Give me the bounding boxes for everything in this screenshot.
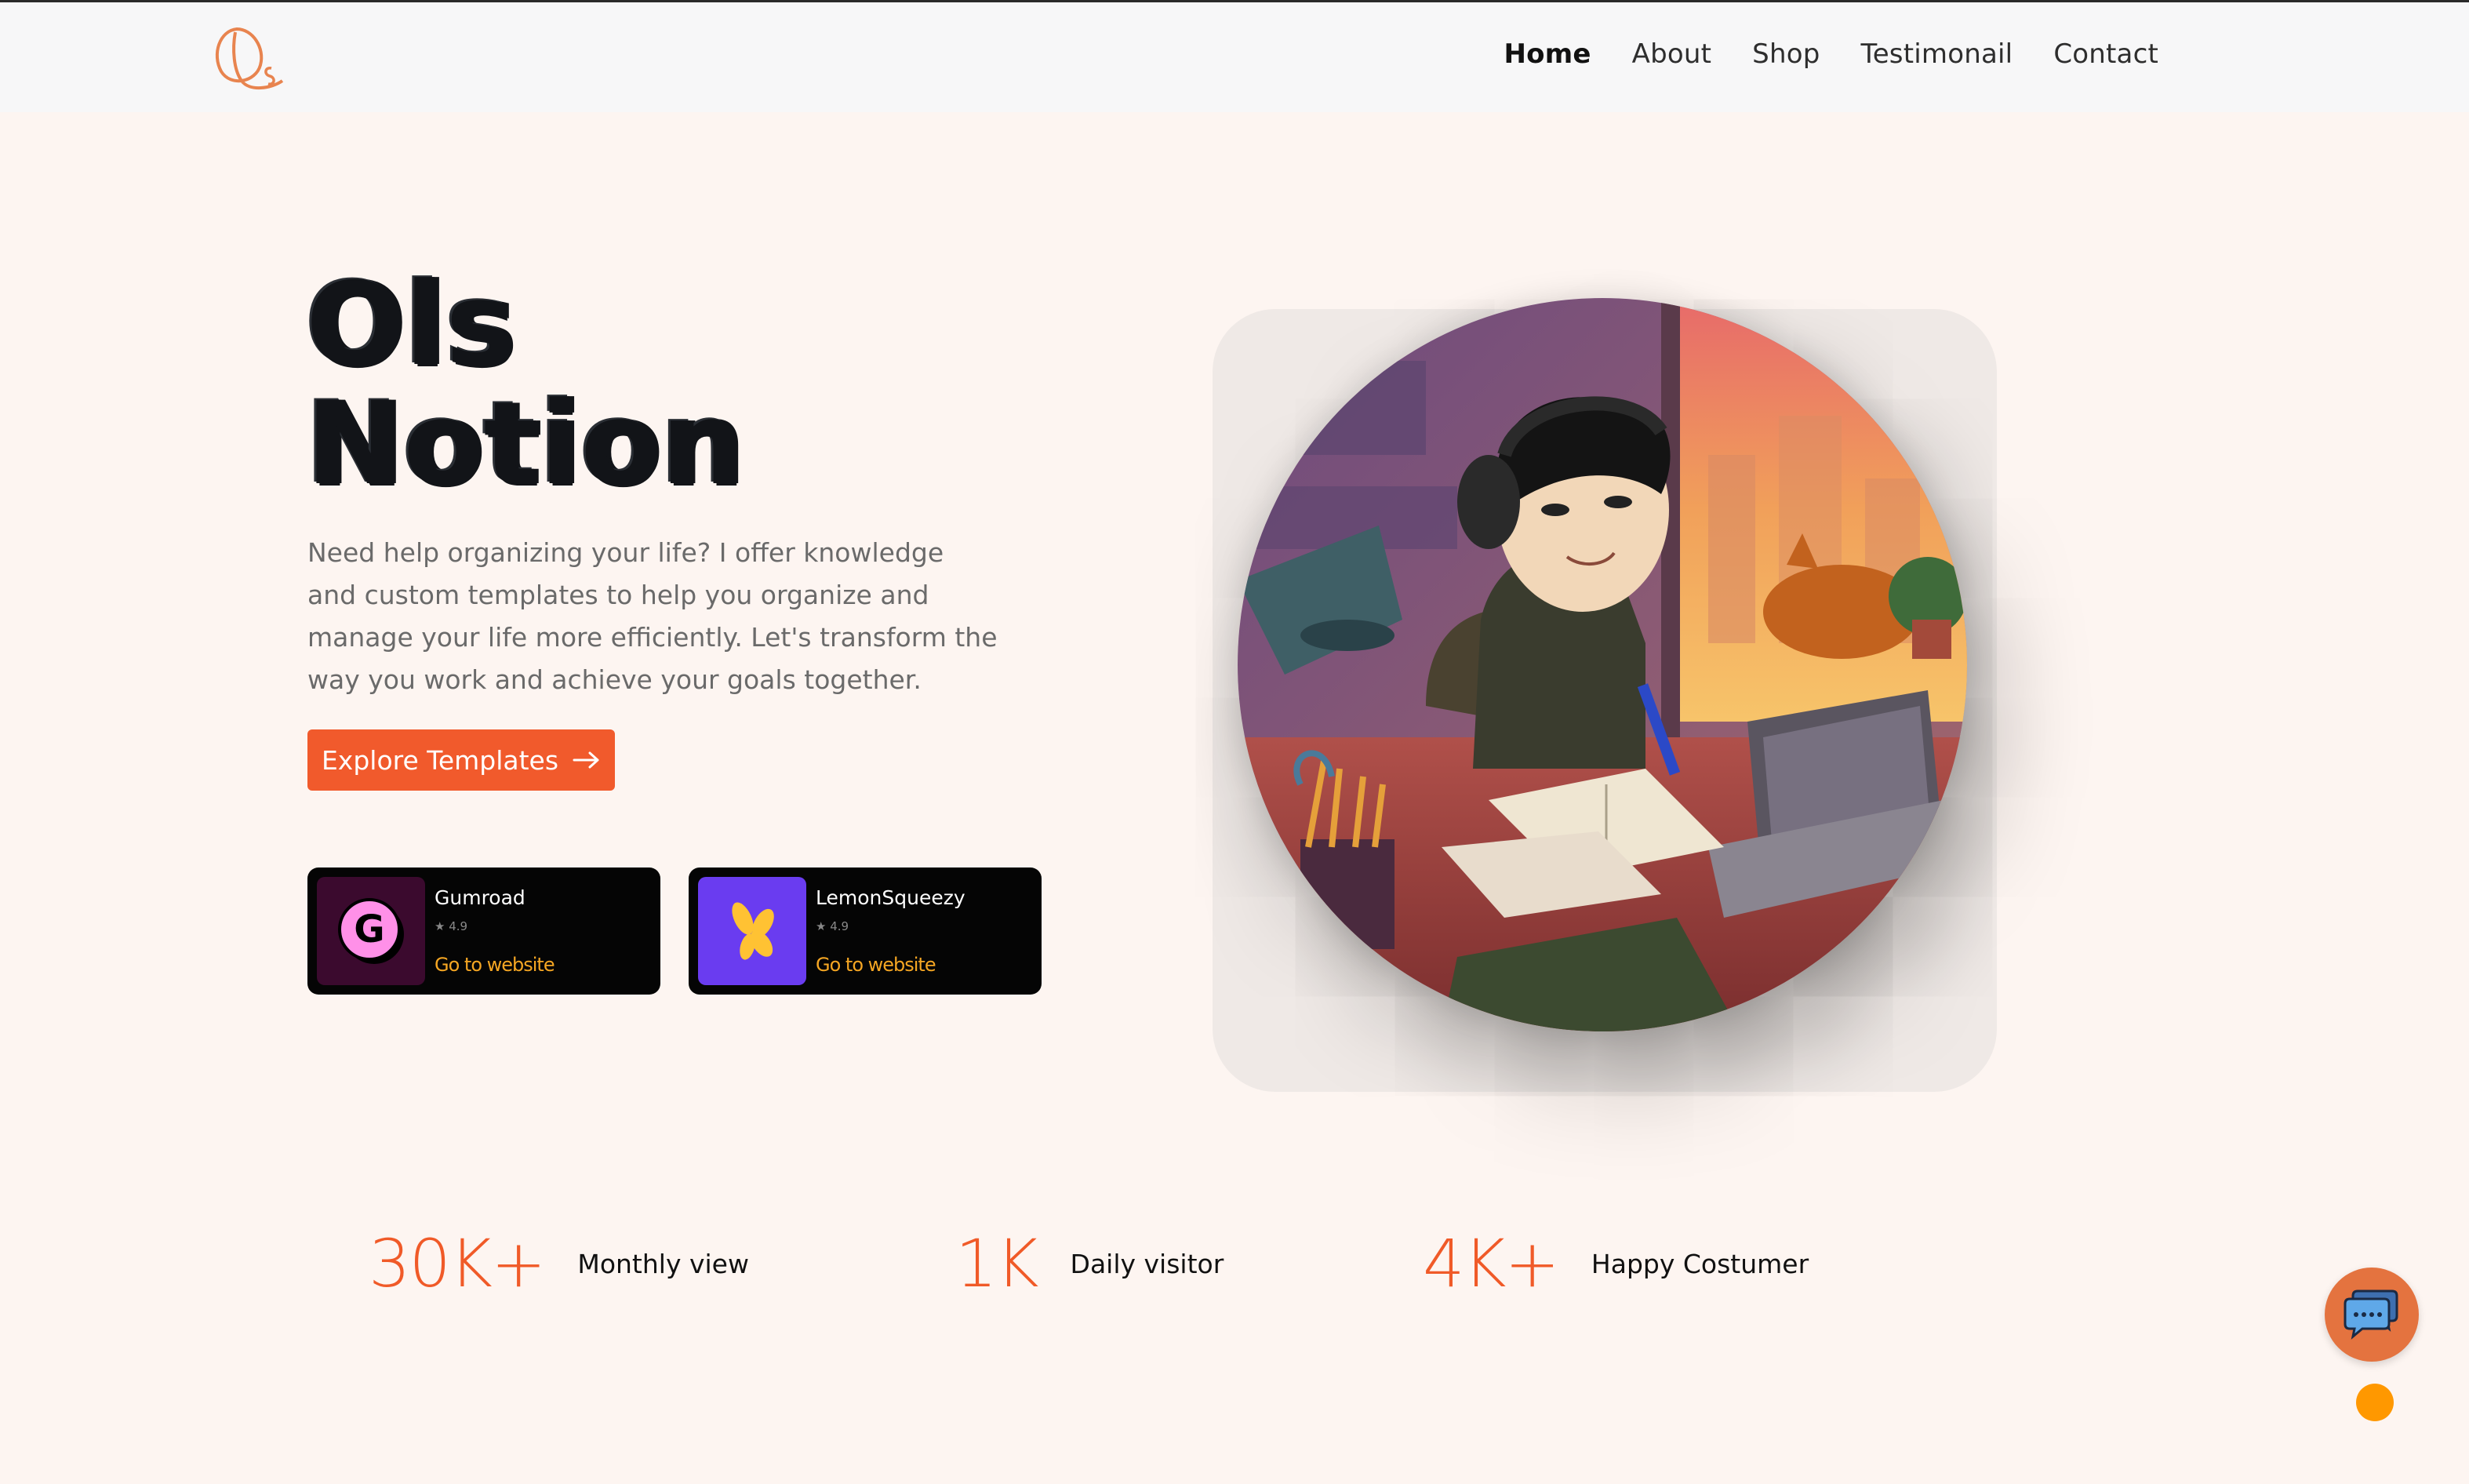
gumroad-logo-icon: G [317,877,425,985]
stat-happy-customer: 4K+ Happy Costumer [1423,1225,1809,1302]
hero-illustration [1238,298,1967,1031]
hero-title-line-1: Ols [306,258,516,391]
stat-daily-visitor: 1K Daily visitor [955,1225,1224,1302]
gumroad-name: Gumroad [435,886,525,909]
lemonsqueezy-rating-value: 4.9 [830,919,849,933]
gumroad-card[interactable]: G Gumroad ★ 4.9 Go to website [307,867,660,995]
nav-home[interactable]: Home [1504,38,1591,70]
hero-title: Ols Notion [306,265,744,504]
navbar: Home About Shop Testimonail Contact [0,2,2469,112]
stat-monthly-view: 30K+ Monthly view [369,1225,749,1302]
svg-text:G: G [354,907,384,951]
chat-button[interactable] [2325,1268,2419,1362]
nav-shop[interactable]: Shop [1752,38,1820,70]
logo-icon [215,27,284,89]
logo[interactable] [205,18,292,96]
stat-value: 1K [955,1225,1039,1302]
stat-label: Happy Costumer [1591,1248,1809,1279]
stat-value: 4K+ [1423,1225,1560,1302]
explore-templates-button[interactable]: Explore Templates [307,729,615,791]
explore-templates-label: Explore Templates [321,744,559,776]
gumroad-rating: ★ 4.9 [435,919,468,933]
main-nav: Home About Shop Testimonail Contact [1504,38,2158,70]
gumroad-rating-value: 4.9 [449,919,468,933]
gumroad-link[interactable]: Go to website [435,954,555,976]
stat-label: Daily visitor [1070,1248,1224,1279]
arrow-right-icon [573,751,599,769]
stat-value: 30K+ [369,1225,546,1302]
hero-title-line-2: Notion [306,377,744,511]
lemonsqueezy-name: LemonSqueezy [816,886,965,909]
hero-description: Need help organizing your life? I offer … [307,537,998,695]
lemonsqueezy-rating: ★ 4.9 [816,919,849,933]
nav-about[interactable]: About [1632,38,1712,70]
stat-label: Monthly view [577,1248,749,1279]
nav-contact[interactable]: Contact [2053,38,2158,70]
notification-dot[interactable] [2356,1384,2394,1421]
lemonsqueezy-link[interactable]: Go to website [816,954,936,976]
chat-bubbles-icon [2344,1289,2398,1340]
nav-testimonial[interactable]: Testimonail [1861,38,2013,70]
lemonsqueezy-logo-icon [698,877,806,985]
lemonsqueezy-card[interactable]: LemonSqueezy ★ 4.9 Go to website [689,867,1042,995]
